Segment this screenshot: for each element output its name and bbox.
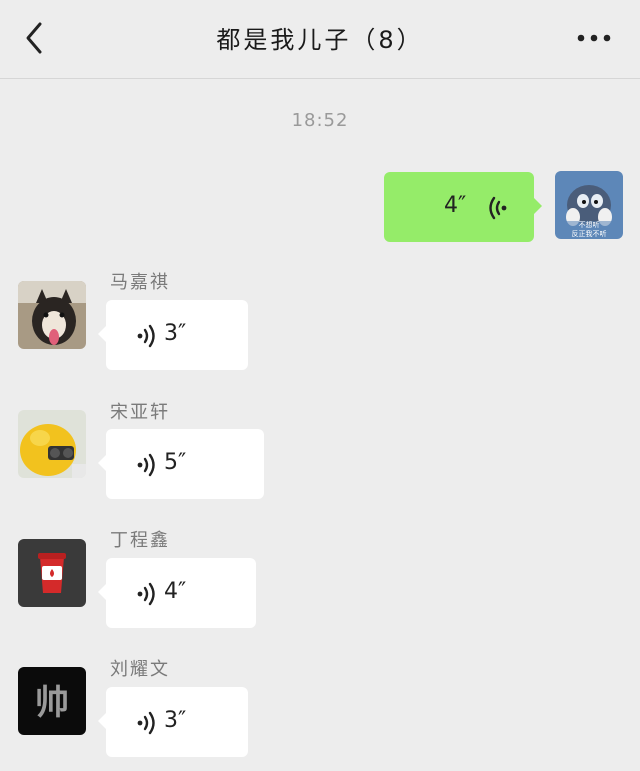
svg-text:不想听: 不想听 bbox=[579, 220, 600, 229]
calligraphy-avatar: 帅 bbox=[18, 667, 86, 735]
sender-name: 宋亚轩 bbox=[110, 402, 170, 423]
red-cup-icon bbox=[18, 539, 86, 607]
voice-wave-icon bbox=[137, 324, 155, 348]
voice-duration: 4″ bbox=[444, 193, 467, 218]
sender-avatar[interactable]: 帅 bbox=[18, 667, 86, 735]
voice-wave-icon bbox=[489, 196, 507, 220]
incoming-voice-message[interactable]: 3″ bbox=[98, 687, 248, 757]
sender-avatar[interactable] bbox=[18, 410, 86, 478]
voice-wave-icon bbox=[137, 711, 155, 735]
voice-duration: 3″ bbox=[164, 708, 187, 733]
outgoing-voice-message[interactable]: 4″ bbox=[384, 172, 542, 242]
svg-text:反正我不听: 反正我不听 bbox=[572, 229, 607, 238]
incoming-voice-message[interactable]: 5″ bbox=[98, 429, 264, 499]
sender-avatar[interactable] bbox=[18, 281, 86, 349]
voice-duration: 4″ bbox=[164, 579, 187, 604]
voice-duration: 5″ bbox=[164, 450, 187, 475]
cartoon-cat-image: 不想听 反正我不听 bbox=[555, 171, 623, 239]
dog-photo bbox=[18, 281, 86, 349]
yellow-chick-photo bbox=[18, 410, 86, 478]
sender-avatar[interactable] bbox=[18, 539, 86, 607]
self-avatar[interactable]: 不想听 反正我不听 bbox=[555, 171, 623, 239]
sender-name: 丁程鑫 bbox=[110, 530, 170, 551]
more-options-button[interactable] bbox=[574, 26, 614, 50]
message-timestamp: 18:52 bbox=[291, 110, 349, 131]
voice-wave-icon bbox=[137, 453, 155, 477]
chat-header: 都是我儿子（8） bbox=[0, 0, 640, 79]
voice-wave-icon bbox=[137, 582, 155, 606]
chat-title: 都是我儿子（8） bbox=[216, 26, 424, 54]
more-icon bbox=[577, 34, 611, 42]
sender-name: 刘耀文 bbox=[110, 659, 170, 680]
incoming-voice-message[interactable]: 4″ bbox=[98, 558, 256, 628]
voice-duration: 3″ bbox=[164, 321, 187, 346]
incoming-voice-message[interactable]: 3″ bbox=[98, 300, 248, 370]
svg-text:帅: 帅 bbox=[35, 683, 69, 723]
sender-name: 马嘉祺 bbox=[110, 272, 170, 293]
